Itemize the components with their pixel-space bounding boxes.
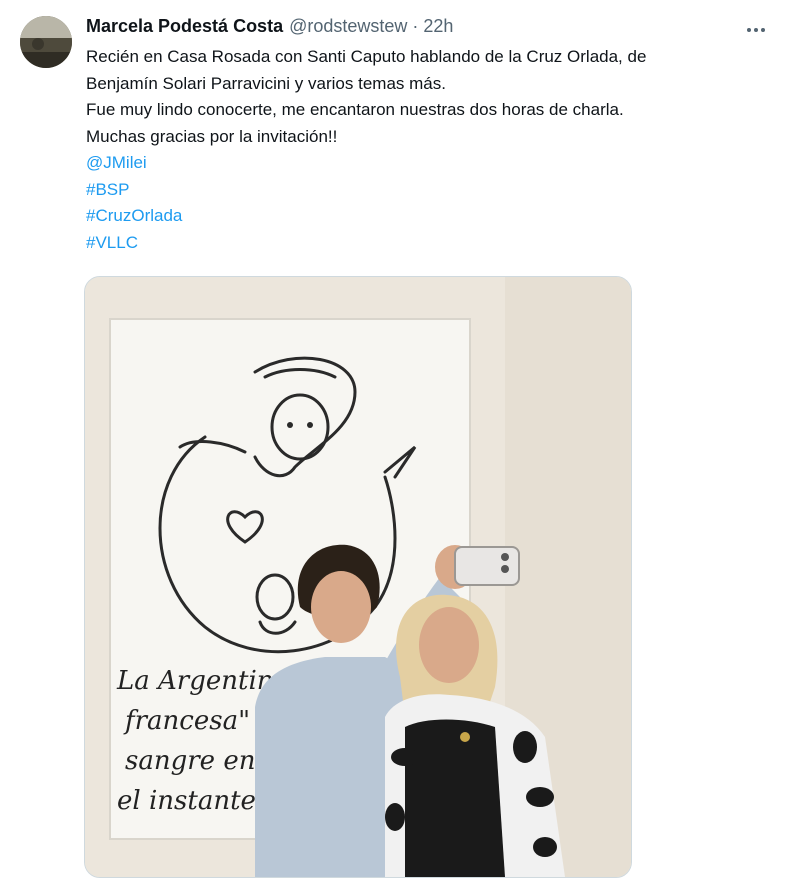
more-options-button[interactable] <box>742 16 770 44</box>
more-horizontal-icon <box>747 28 751 32</box>
hashtag-link[interactable]: #VLLC <box>86 233 138 252</box>
text-line: Muchas gracias por la invitación!! <box>86 126 338 146</box>
author-name[interactable]: Marcela Podestá Costa <box>86 16 283 37</box>
text-line: Fue muy lindo conocerte, me encantaron n… <box>86 100 624 119</box>
hashtag-link[interactable]: #CruzOrlada <box>86 206 182 225</box>
tweet-photo[interactable]: La Argentina francesa" e sangre en la el… <box>84 276 632 878</box>
text-line: Recién en Casa Rosada con Santi Caputo h… <box>86 47 647 66</box>
timestamp[interactable]: 22h <box>423 16 453 37</box>
phone <box>454 546 520 586</box>
tweet: Marcela Podestá Costa @rodstewstew · 22h… <box>0 0 800 878</box>
mention-link[interactable]: @JMilei <box>86 153 147 172</box>
tweet-text: Recién en Casa Rosada con Santi Caputo h… <box>86 44 776 256</box>
separator: · <box>412 16 419 36</box>
avatar[interactable] <box>20 16 72 68</box>
svg-text:francesa" e: francesa" e <box>123 706 274 736</box>
tweet-header: Marcela Podestá Costa @rodstewstew · 22h <box>86 16 453 37</box>
author-handle[interactable]: @rodstewstew <box>289 16 407 37</box>
text-line: Benjamín Solari Parravicini y varios tem… <box>86 73 446 93</box>
hashtag-link[interactable]: #BSP <box>86 180 129 199</box>
